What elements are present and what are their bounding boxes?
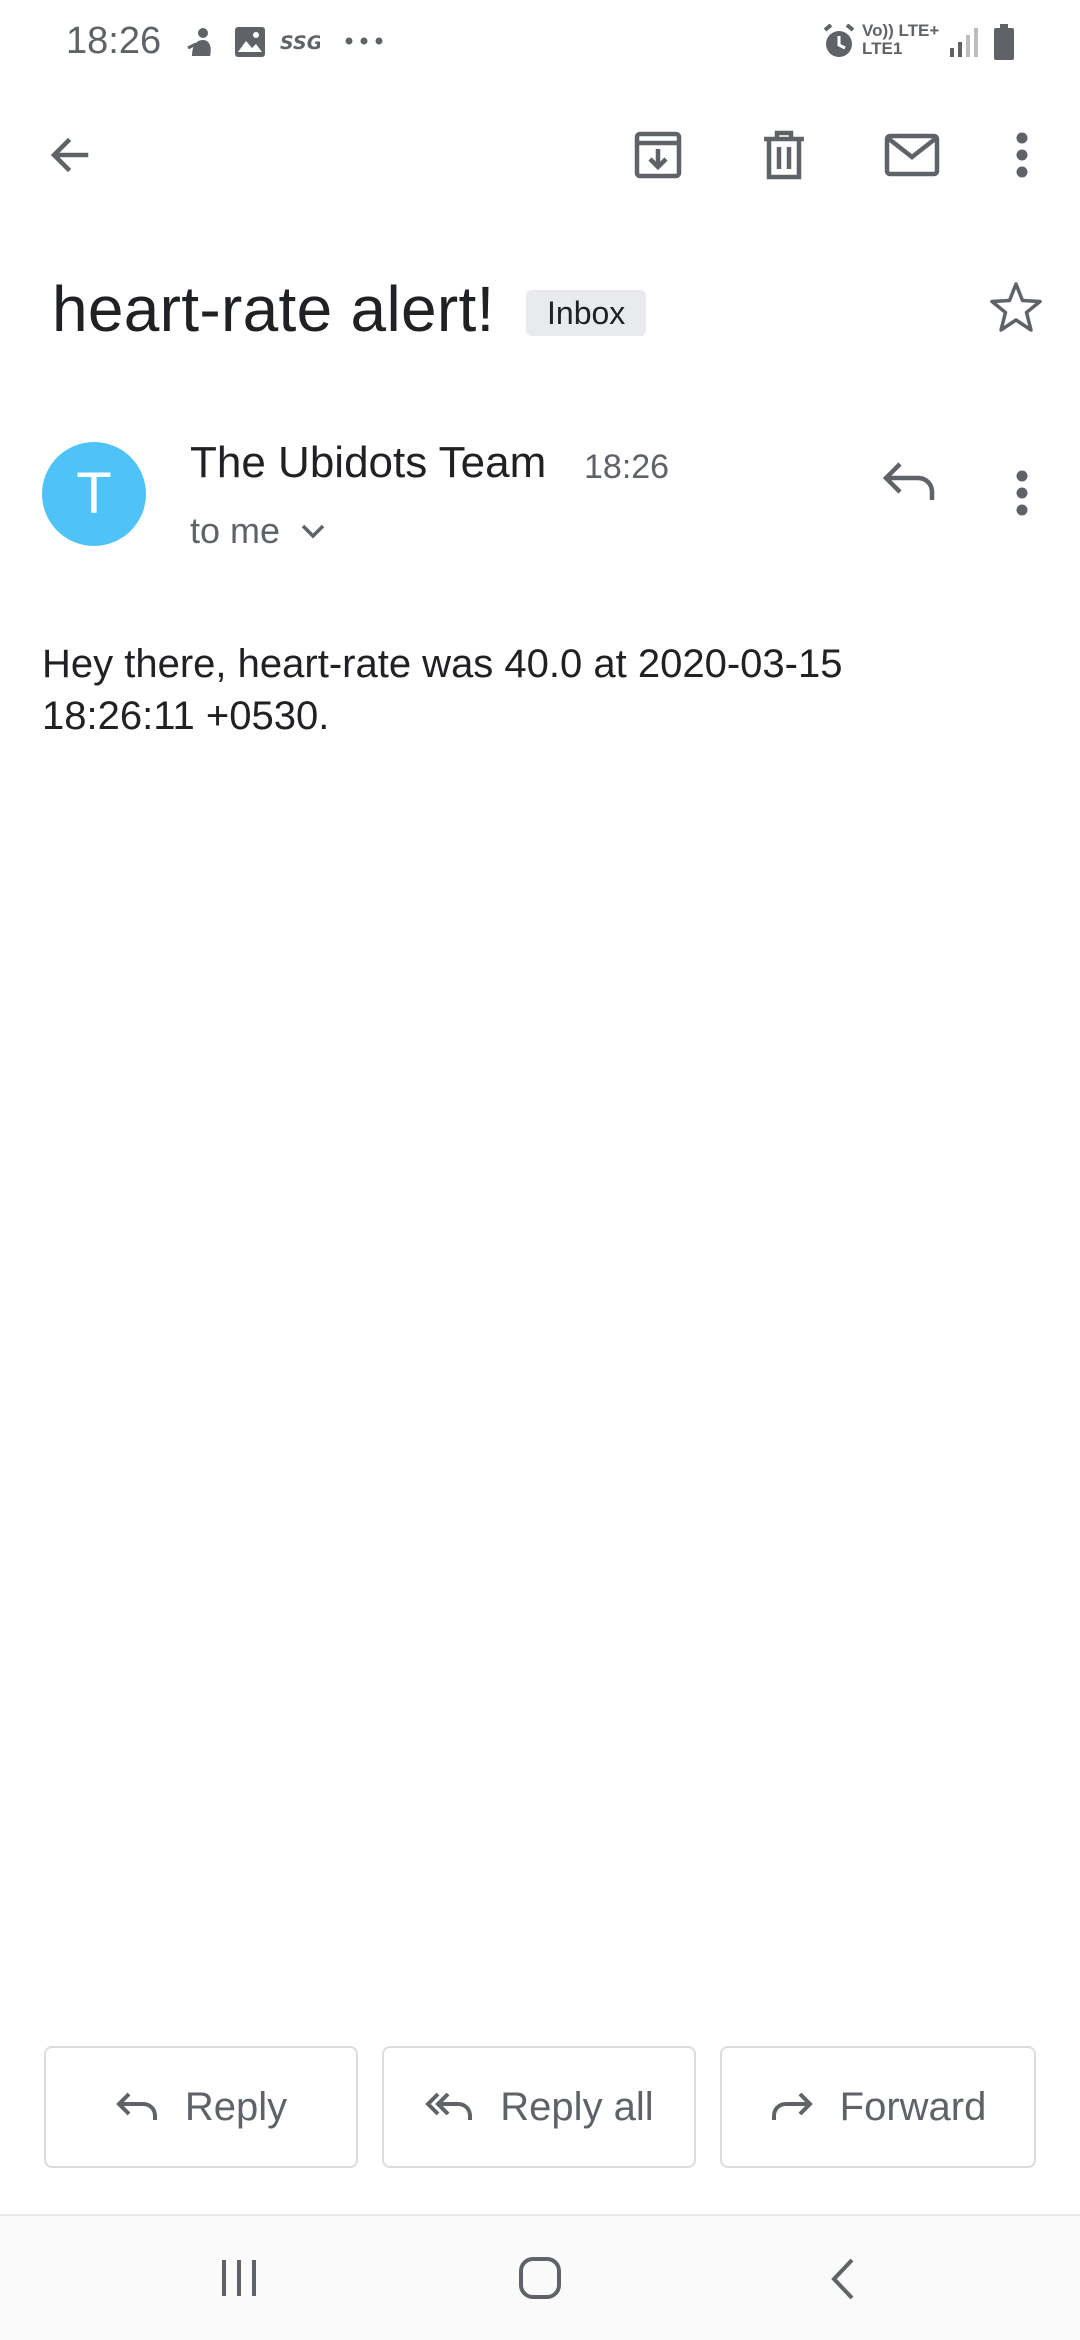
notification-icon	[186, 26, 216, 60]
system-back-button[interactable]	[828, 2256, 858, 2302]
signal-icon	[948, 26, 982, 58]
back-arrow-icon	[46, 131, 94, 179]
archive-button[interactable]	[618, 115, 698, 195]
mark-unread-button[interactable]	[872, 115, 952, 195]
reply-icon	[880, 458, 936, 504]
sender-name[interactable]: The Ubidots Team	[190, 438, 546, 488]
sender-avatar[interactable]: T	[42, 442, 146, 546]
star-button[interactable]	[988, 280, 1044, 336]
gallery-icon	[234, 26, 266, 58]
status-time: 18:26	[66, 20, 162, 62]
message-more-button[interactable]	[1016, 470, 1028, 516]
more-options-button[interactable]	[982, 115, 1062, 195]
email-subject: heart-rate alert!	[52, 273, 495, 345]
more-vert-icon	[1016, 132, 1028, 178]
email-body-line: Hey there, heart-rate was 40.0 at 2020-0…	[42, 642, 843, 686]
reply-label: Reply	[184, 2084, 288, 2129]
inbox-label-chip[interactable]: Inbox	[526, 290, 647, 336]
reply-all-icon	[424, 2090, 474, 2124]
recent-apps-icon	[212, 2258, 266, 2298]
forward-icon	[770, 2090, 814, 2124]
reply-button[interactable]: Reply	[44, 2046, 358, 2168]
ssg-icon: SSG	[280, 30, 320, 54]
email-body: Hey there, heart-rate was 40.0 at 2020-0…	[42, 638, 1032, 742]
mark-unread-icon	[884, 133, 940, 177]
email-body-line: 18:26:11 +0530.	[42, 694, 330, 738]
email-time: 18:26	[584, 448, 670, 486]
back-chevron-icon	[828, 2256, 858, 2302]
star-icon	[988, 280, 1044, 336]
chevron-down-icon	[300, 522, 326, 540]
back-button[interactable]	[30, 115, 110, 195]
recipient-label: to me	[190, 510, 281, 551]
network-label: Vo)) LTE+ LTE1	[862, 21, 940, 58]
recent-apps-button[interactable]	[212, 2258, 266, 2298]
delete-icon	[760, 129, 808, 181]
svg-text:SSG: SSG	[280, 32, 320, 54]
more-dots-icon	[344, 36, 384, 46]
home-icon	[518, 2256, 562, 2300]
forward-button[interactable]: Forward	[720, 2046, 1036, 2168]
reply-quick-button[interactable]	[880, 458, 936, 504]
reply-icon	[115, 2090, 159, 2124]
home-button[interactable]	[518, 2256, 562, 2300]
recipient-details-toggle[interactable]: to me	[190, 510, 326, 552]
more-vert-icon	[1016, 470, 1028, 516]
delete-button[interactable]	[744, 115, 824, 195]
archive-icon	[632, 129, 684, 181]
reply-all-label: Reply all	[500, 2084, 654, 2129]
reply-all-button[interactable]: Reply all	[382, 2046, 696, 2168]
forward-label: Forward	[839, 2084, 987, 2129]
system-navigation-bar	[0, 2216, 1080, 2340]
battery-icon	[994, 24, 1014, 60]
alarm-icon	[822, 24, 856, 60]
